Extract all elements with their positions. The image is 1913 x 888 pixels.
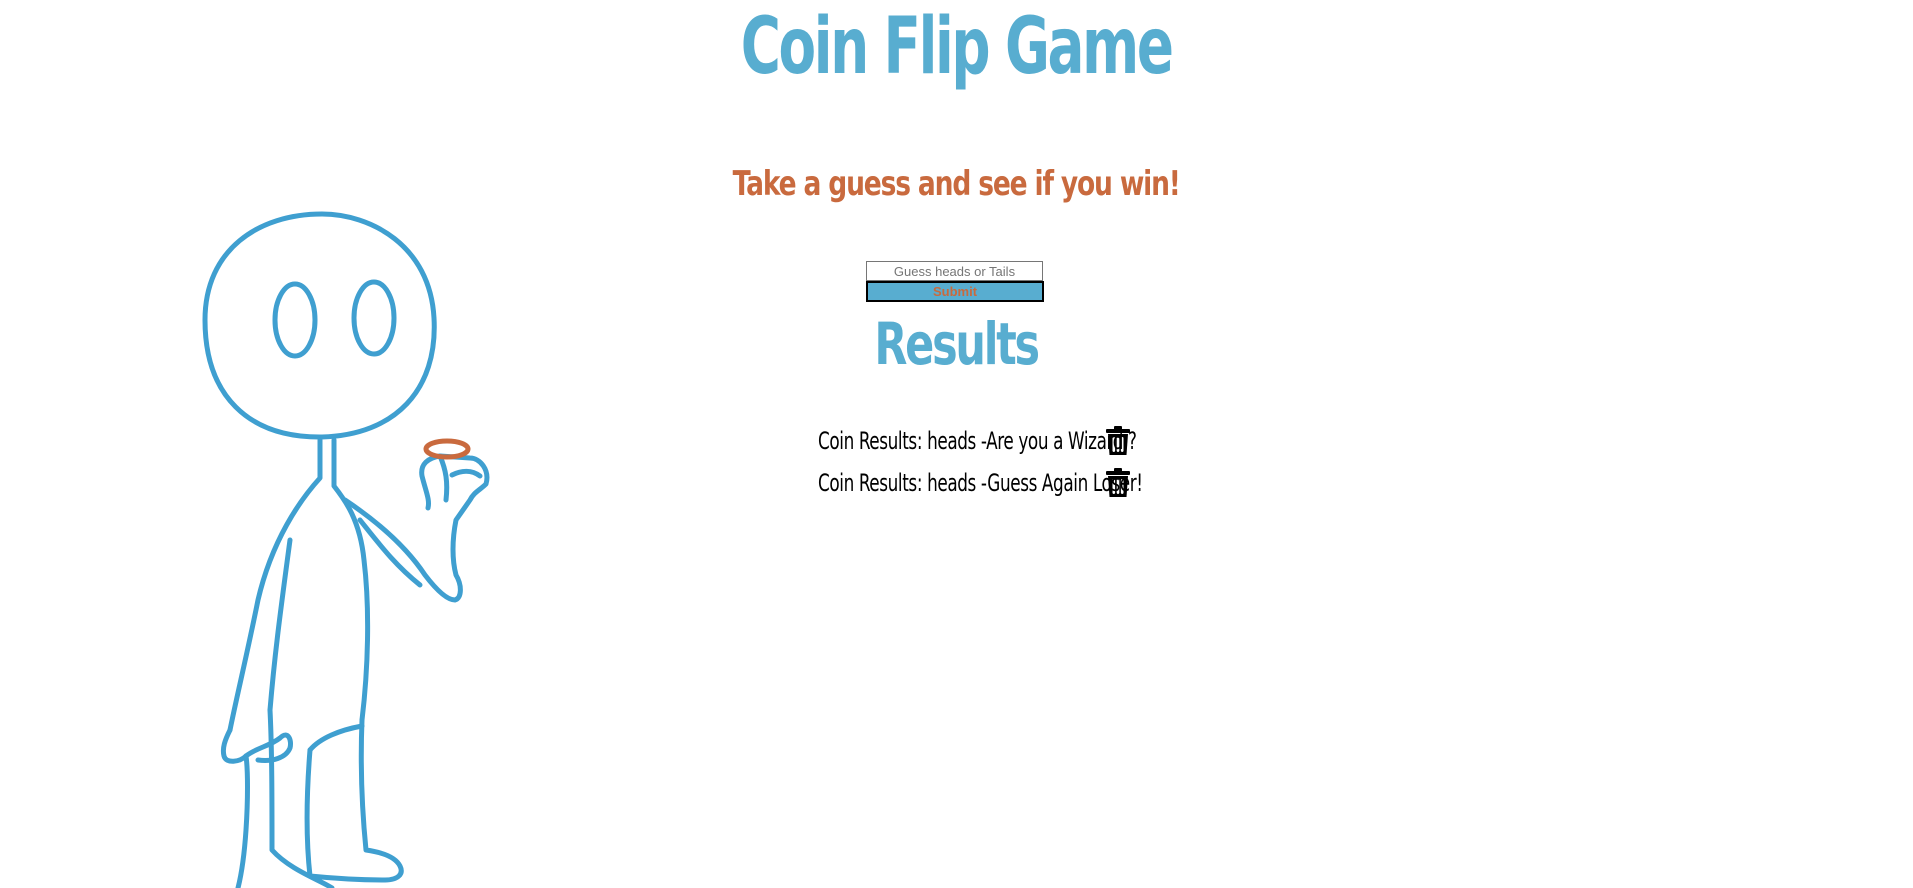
guess-input[interactable] [866, 261, 1043, 281]
figure-right-eye [351, 279, 397, 357]
result-item: Coin Results: heads -Are you a Wizard ? [818, 420, 1137, 462]
figure-left-eye [272, 281, 318, 359]
result-text: Coin Results: heads -Guess Again Loser! [818, 469, 1143, 497]
figure-head [202, 211, 437, 440]
results-list: Coin Results: heads -Are you a Wizard ? … [818, 420, 1143, 504]
result-item: Coin Results: heads -Guess Again Loser! [818, 462, 1143, 504]
result-text: Coin Results: heads -Are you a Wizard ? [818, 427, 1137, 455]
page-subtitle: Take a guess and see if you win! [732, 164, 1181, 204]
submit-button[interactable]: Submit [866, 281, 1044, 302]
page-title: Coin Flip Game [740, 2, 1174, 92]
coin-icon [423, 438, 471, 460]
stick-figure-illustration [202, 211, 490, 888]
